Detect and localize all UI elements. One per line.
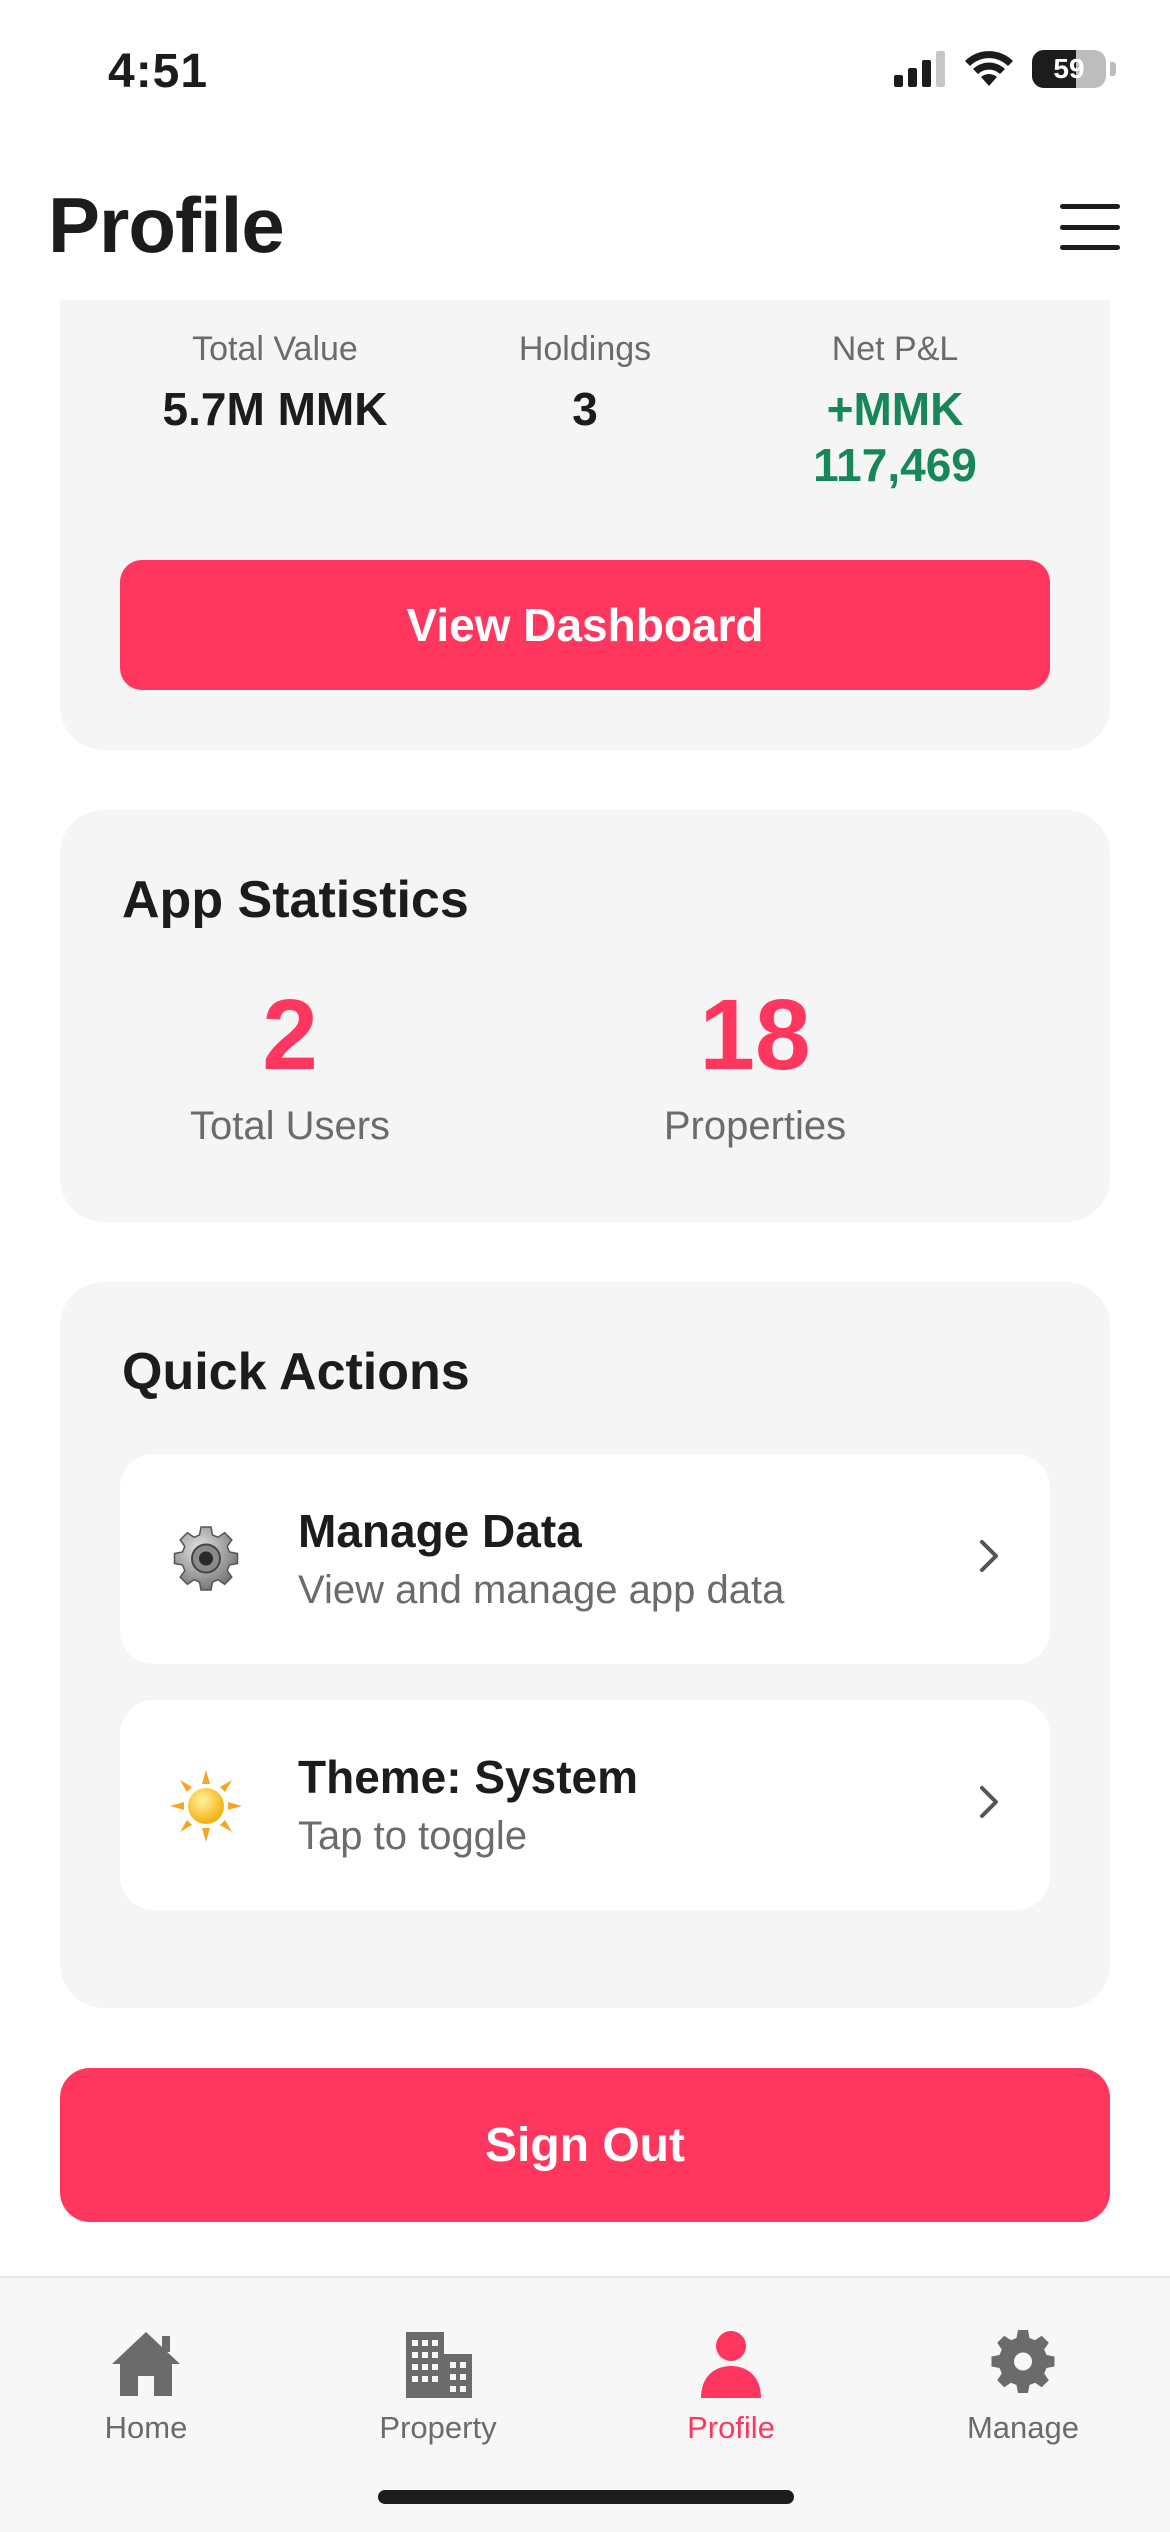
- metric-total-value: Total Value 5.7M MMK: [120, 330, 430, 493]
- battery-percentage: 59: [1053, 53, 1085, 84]
- status-time: 4:51: [108, 45, 209, 98]
- section-title: App Statistics: [122, 871, 469, 929]
- action-title: Theme: System: [298, 1751, 639, 1803]
- chevron-right-icon: [980, 1786, 998, 1818]
- metric-value: 5.7M MMK: [162, 383, 388, 435]
- menu-line: [1060, 245, 1120, 250]
- stat-number: 18: [699, 979, 811, 1091]
- wifi-icon: [965, 51, 1013, 86]
- gear-icon: [173, 1526, 239, 1591]
- tab-profile[interactable]: Profile: [585, 2328, 877, 2446]
- app-statistics-card: App Statistics 2 Total Users 18 Properti…: [60, 810, 1110, 1222]
- building-icon: [406, 2332, 472, 2398]
- metric-value: 3: [572, 383, 598, 435]
- action-title: Manage Data: [298, 1505, 582, 1557]
- header: Profile: [0, 150, 1170, 305]
- home-indicator[interactable]: [378, 2490, 794, 2504]
- metric-holdings: Holdings 3: [430, 330, 740, 493]
- quick-actions-card: Quick Actions Manage Data View and manag…: [60, 1282, 1110, 2008]
- status-icons: 59: [894, 50, 1116, 88]
- sun-icon: [170, 1770, 242, 1842]
- chevron-right-icon: [980, 1540, 998, 1572]
- tab-label: Property: [379, 2410, 497, 2445]
- hamburger-menu-icon[interactable]: [1060, 204, 1120, 250]
- status-bar: 4:51 59: [0, 0, 1170, 150]
- signal-icon: [894, 51, 945, 87]
- metric-label: Total Value: [192, 330, 358, 368]
- view-dashboard-button[interactable]: View Dashboard: [120, 560, 1050, 690]
- home-icon: [112, 2332, 180, 2396]
- battery-icon: 59: [1032, 50, 1106, 88]
- stat-properties: 18 Properties: [525, 980, 985, 1149]
- sign-out-button[interactable]: Sign Out: [60, 2068, 1110, 2222]
- battery-nub: [1110, 62, 1116, 76]
- stat-number: 2: [262, 979, 318, 1091]
- portfolio-metrics: Total Value 5.7M MMK Holdings 3 Net P&L …: [60, 330, 1110, 493]
- manage-data-action[interactable]: Manage Data View and manage app data: [120, 1454, 1050, 1664]
- tab-label: Manage: [966, 2410, 1080, 2445]
- stat-label: Total Users: [189, 1104, 391, 1148]
- metric-label: Holdings: [518, 330, 652, 368]
- tab-property[interactable]: Property: [292, 2328, 584, 2446]
- menu-line: [1060, 204, 1120, 209]
- tab-home[interactable]: Home: [0, 2328, 292, 2446]
- action-subtitle: Tap to toggle: [298, 1814, 528, 1858]
- metric-value: +MMK 117,469: [813, 383, 977, 491]
- tab-manage[interactable]: Manage: [877, 2328, 1169, 2446]
- theme-toggle-action[interactable]: Theme: System Tap to toggle: [120, 1700, 1050, 1910]
- profile-screen: 4:51 59 Profile Total Value 5.7M MMK Hol…: [0, 0, 1170, 2532]
- gear-icon: [991, 2330, 1055, 2393]
- stat-label: Properties: [663, 1104, 847, 1148]
- metric-net-pl: Net P&L +MMK 117,469: [740, 330, 1050, 493]
- section-title: Quick Actions: [122, 1343, 470, 1401]
- portfolio-summary-card: Total Value 5.7M MMK Holdings 3 Net P&L …: [60, 300, 1110, 750]
- stat-total-users: 2 Total Users: [60, 980, 520, 1149]
- tab-label: Profile: [687, 2410, 775, 2445]
- action-subtitle: View and manage app data: [298, 1568, 785, 1612]
- menu-line: [1060, 224, 1120, 230]
- metric-label: Net P&L: [831, 330, 959, 368]
- page-title: Profile: [48, 181, 285, 269]
- tab-label: Home: [104, 2410, 188, 2445]
- person-icon: [701, 2331, 761, 2398]
